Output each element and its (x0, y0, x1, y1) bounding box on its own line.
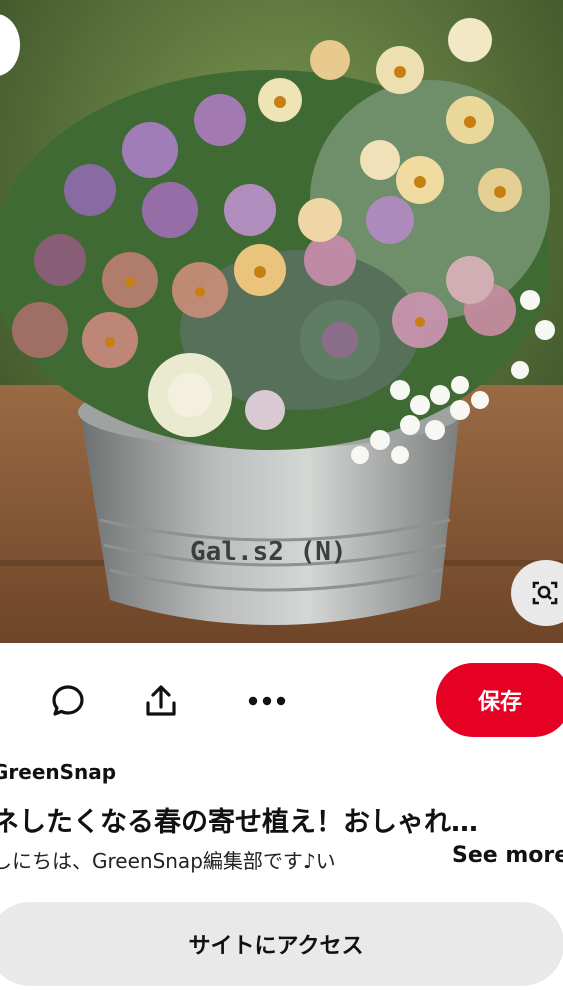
more-icon (248, 696, 286, 706)
pin-action-bar: 保存 (0, 643, 563, 758)
see-more-link[interactable]: See more (450, 843, 563, 868)
flower-pot-illustration: Gal.s2 (N) (0, 0, 563, 643)
pin-title: ネしたくなる春の寄せ植え！おしゃれ… (0, 807, 478, 838)
save-button[interactable]: 保存 (436, 663, 563, 737)
share-button[interactable] (141, 681, 181, 721)
comment-button[interactable] (48, 681, 88, 721)
pin-source-name[interactable]: GreenSnap (0, 760, 116, 784)
pot-label-text: Gal.s2 (N) (190, 537, 347, 567)
visit-site-button[interactable]: サイトにアクセス (0, 902, 563, 986)
pin-image[interactable]: Gal.s2 (N) (0, 0, 563, 643)
share-icon (146, 685, 176, 716)
comment-icon (52, 685, 84, 716)
pin-description: しにちは、GreenSnap編集部です♪い (0, 849, 336, 873)
more-options-button[interactable] (246, 686, 288, 716)
lens-search-icon (532, 581, 558, 605)
